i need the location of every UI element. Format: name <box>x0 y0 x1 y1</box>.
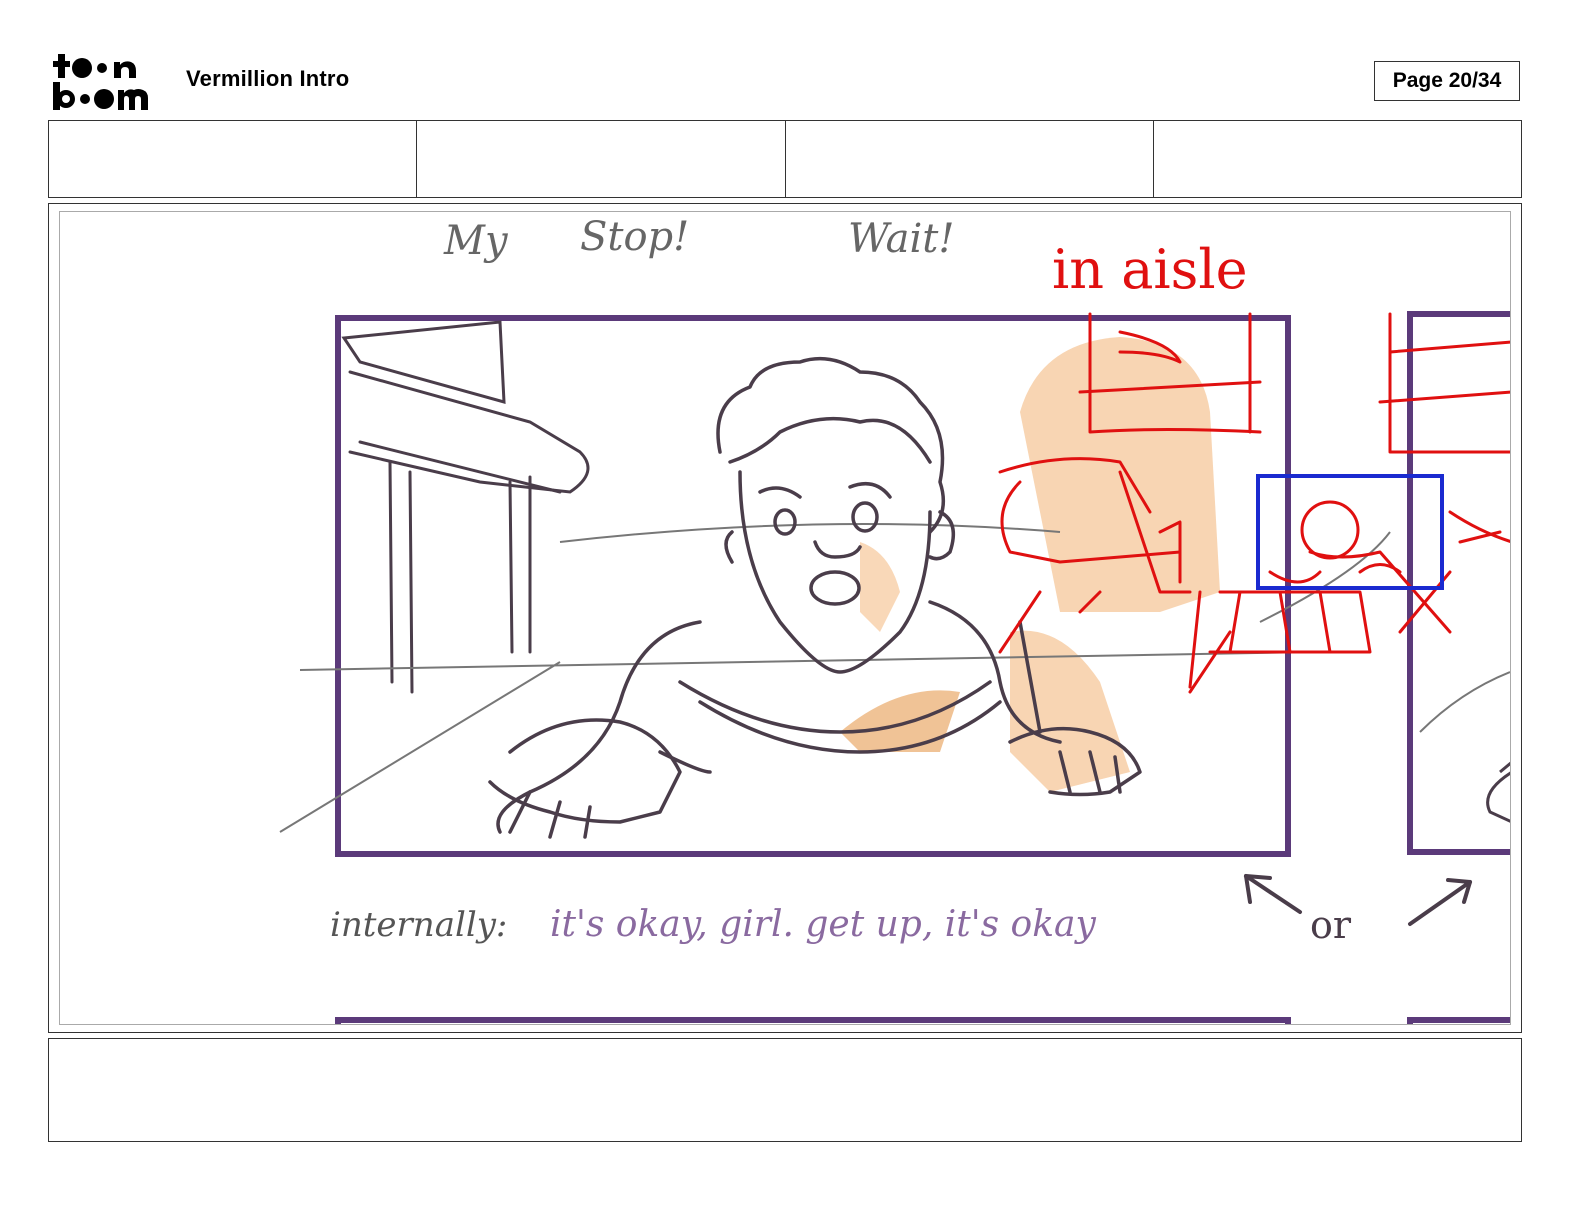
sketch-canvas: My Stop! Wait! in aisle internally: it's… <box>279 214 1510 1024</box>
sketch-perspective <box>279 523 1510 833</box>
internal-text: it's okay, girl. get up, it's okay <box>550 904 1096 945</box>
dialogue-stop: Stop! <box>580 214 689 260</box>
or-note: or <box>1310 903 1352 947</box>
toon-boom-logo <box>52 52 164 112</box>
skin-wash-neck <box>840 690 960 752</box>
toon-boom-logo-icon <box>53 54 148 110</box>
sketch-shelf <box>341 320 590 694</box>
document-title: Vermillion Intro <box>186 66 350 91</box>
lower-next-frame <box>1407 1017 1510 1024</box>
storyboard-panel: My Stop! Wait! in aisle internally: it's… <box>59 211 1511 1025</box>
red-note-in-aisle: in aisle <box>1052 238 1248 301</box>
info-cell-2 <box>417 121 786 197</box>
info-table <box>48 120 1522 198</box>
internal-label: internally: <box>330 905 507 945</box>
caption-box <box>48 1038 1522 1142</box>
dialogue-wait: Wait! <box>848 216 954 262</box>
sketch-next-frame <box>1486 761 1510 823</box>
info-cell-1 <box>49 121 418 197</box>
info-cell-3 <box>786 121 1154 197</box>
lower-frame <box>335 1017 1291 1024</box>
info-cell-4 <box>1154 121 1521 197</box>
page-indicator: Page 20/34 <box>1374 61 1520 101</box>
or-arrows <box>1244 874 1472 926</box>
skin-wash-cheek <box>860 542 900 632</box>
dialogue-my: My <box>443 218 509 264</box>
